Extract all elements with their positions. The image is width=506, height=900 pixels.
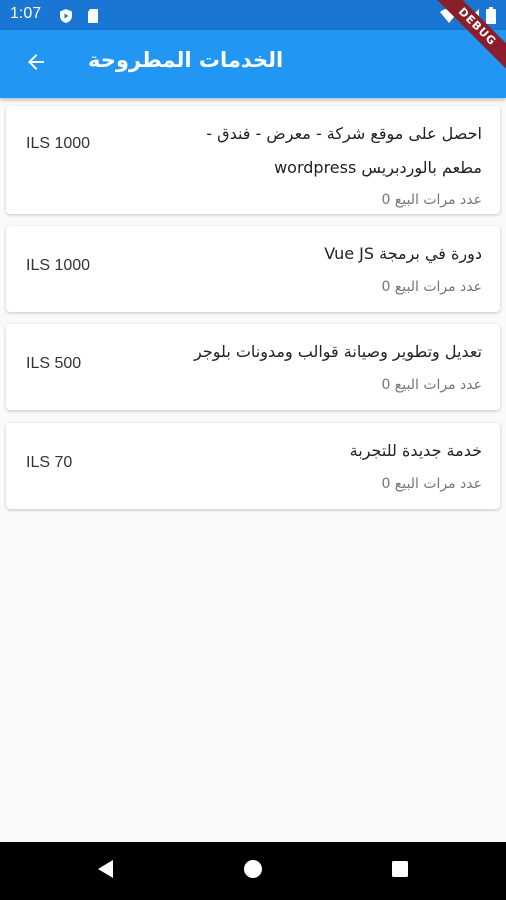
app-bar: الخدمات المطروحة xyxy=(0,30,506,98)
nav-home-button[interactable] xyxy=(239,857,267,885)
nav-recents-button[interactable] xyxy=(386,857,414,885)
service-card[interactable]: احصل على موقع شركة - معرض - فندق - مطعم … xyxy=(6,106,500,214)
service-title-line2: مطعم بالوردبريس wordpress xyxy=(274,158,482,177)
status-bar: 1:07 xyxy=(0,0,506,30)
sd-card-icon xyxy=(86,8,100,28)
service-price: ILS 1000 xyxy=(26,135,91,152)
service-card[interactable]: دورة في برمجة Vue JS عدد مرات البيع 0 IL… xyxy=(6,226,500,312)
service-sales-count: عدد مرات البيع 0 xyxy=(381,476,482,492)
system-nav-bar xyxy=(0,842,506,900)
nav-back-button[interactable] xyxy=(92,857,120,885)
triangle-back-icon xyxy=(96,859,116,883)
status-time: 1:07 xyxy=(10,5,42,22)
service-card[interactable]: تعديل وتطوير وصيانة قوالب ومدونات بلوجر … xyxy=(6,324,500,410)
battery-icon xyxy=(486,7,496,28)
service-price: ILS 1000 xyxy=(26,257,91,274)
arrow-back-icon xyxy=(24,50,48,78)
back-button[interactable] xyxy=(14,42,58,86)
signal-icon xyxy=(464,8,480,28)
wifi-icon xyxy=(440,8,458,28)
service-title: احصل على موقع شركة - معرض - فندق - xyxy=(206,124,482,143)
service-title: تعديل وتطوير وصيانة قوالب ومدونات بلوجر xyxy=(194,342,482,361)
page-title: الخدمات المطروحة xyxy=(88,48,284,72)
service-sales-count: عدد مرات البيع 0 xyxy=(381,279,482,295)
service-title: خدمة جديدة للتجربة xyxy=(349,441,482,460)
service-title: دورة في برمجة Vue JS xyxy=(324,244,482,263)
service-sales-count: عدد مرات البيع 0 xyxy=(381,377,482,393)
service-sales-count: عدد مرات البيع 0 xyxy=(381,192,482,208)
play-protect-icon xyxy=(58,8,74,28)
service-price: ILS 500 xyxy=(26,355,82,372)
service-card[interactable]: خدمة جديدة للتجربة عدد مرات البيع 0 ILS … xyxy=(6,423,500,509)
service-price: ILS 70 xyxy=(26,454,73,471)
square-recents-icon xyxy=(390,859,410,883)
status-icons xyxy=(440,7,496,28)
circle-home-icon xyxy=(243,859,263,883)
